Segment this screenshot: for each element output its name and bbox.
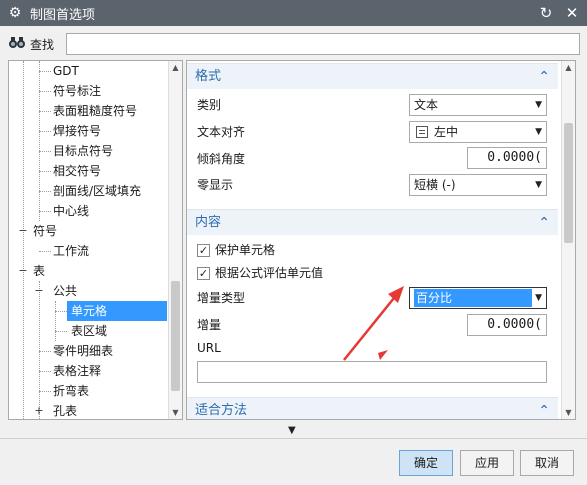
footer-separator <box>0 438 587 439</box>
properties-panel: 格式 ⌃ 类别 文本 ▼ 文本对齐 左中 ▼ 倾斜角度 0.0000( 零显示 … <box>186 60 576 420</box>
reset-icon[interactable]: ↻ <box>537 4 555 22</box>
category-dropdown[interactable]: 文本 ▼ <box>409 94 547 116</box>
collapse-caret-icon[interactable]: ⌃ <box>538 210 550 236</box>
evaluate-formula-checkbox[interactable]: ✓ <box>197 266 210 280</box>
window-title: 制图首选项 <box>30 7 96 23</box>
collapse-caret-icon[interactable]: ⌃ <box>538 64 550 90</box>
slant-angle-label: 倾斜角度 <box>197 152 246 166</box>
content-section-header[interactable]: 内容 ⌃ <box>187 209 558 235</box>
tree-item-table-note[interactable]: 表格注释 <box>53 361 101 381</box>
tree-item-intersection-symbol[interactable]: 相交符号 <box>53 161 101 181</box>
increment-type-dropdown[interactable]: 百分比 ▼ <box>409 287 547 309</box>
cancel-button[interactable]: 取消 <box>520 450 574 476</box>
expand-more-icon[interactable]: ▼ <box>288 425 296 436</box>
search-row: 查找 <box>8 32 580 56</box>
category-label: 类别 <box>197 98 222 112</box>
chevron-down-icon: ▼ <box>535 180 542 190</box>
scroll-up-icon[interactable]: ▲ <box>169 63 182 72</box>
fit-method-section-header[interactable]: 适合方法 ⌃ <box>187 397 558 419</box>
binoculars-icon <box>8 35 30 53</box>
category-value: 文本 <box>414 98 439 112</box>
tree-item-common[interactable]: 公共 <box>53 281 77 301</box>
protect-cell-checkbox-row[interactable]: ✓ 保护单元格 <box>197 240 275 260</box>
title-bar: ⚙ 制图首选项 ↻ ✕ <box>0 0 587 26</box>
tree-item-cell[interactable]: 单元格 <box>67 301 167 321</box>
apply-button[interactable]: 应用 <box>460 450 514 476</box>
find-label: 查找 <box>30 37 55 52</box>
tree-item-bend-table[interactable]: 折弯表 <box>53 381 89 401</box>
tree-item-table[interactable]: 表 <box>33 261 45 281</box>
tree-item-hatch-fill[interactable]: 剖面线/区域填充 <box>53 181 141 201</box>
text-align-label: 文本对齐 <box>197 125 246 139</box>
increment-field[interactable]: 0.0000( <box>467 314 547 336</box>
text-align-dropdown[interactable]: 左中 ▼ <box>409 121 547 143</box>
zero-display-label: 零显示 <box>197 178 234 192</box>
tree-item-surface-roughness[interactable]: 表面粗糙度符号 <box>53 101 137 121</box>
close-icon[interactable]: ✕ <box>563 4 581 22</box>
tree-item-symbol-annotation[interactable]: 符号标注 <box>53 81 101 101</box>
increment-label: 增量 <box>197 318 222 332</box>
gear-icon: ⚙ <box>8 5 22 21</box>
zero-display-value: 短横 (-) <box>414 178 456 192</box>
scrollbar-thumb[interactable] <box>564 123 573 243</box>
chevron-down-icon: ▼ <box>535 127 542 137</box>
increment-type-label: 增量类型 <box>197 291 246 305</box>
fit-method-header-label: 适合方法 <box>195 403 248 418</box>
title-bar-buttons: ↻ ✕ <box>537 4 581 22</box>
scroll-down-icon[interactable]: ▼ <box>562 408 575 417</box>
tree-item-target-point[interactable]: 目标点符号 <box>53 141 113 161</box>
tree-item-weld-symbol[interactable]: 焊接符号 <box>53 121 101 141</box>
tree-guide-line <box>39 61 40 221</box>
tree-item-symbol[interactable]: 符号 <box>33 221 57 241</box>
scroll-up-icon[interactable]: ▲ <box>562 63 575 72</box>
collapse-icon[interactable]: − <box>18 261 28 281</box>
scrollbar-thumb[interactable] <box>171 281 180 391</box>
protect-cell-label: 保护单元格 <box>215 243 276 257</box>
category-tree: GDT 符号标注 表面粗糙度符号 焊接符号 目标点符号 相交符号 剖面线/区域填… <box>8 60 183 420</box>
tree-item-table-region[interactable]: 表区域 <box>71 321 107 341</box>
text-align-value: 左中 <box>434 125 459 139</box>
collapse-icon[interactable]: − <box>34 281 44 301</box>
url-label: URL <box>197 341 221 355</box>
format-header-label: 格式 <box>195 69 222 84</box>
zero-display-dropdown[interactable]: 短横 (-) ▼ <box>409 174 547 196</box>
align-left-middle-icon <box>416 126 428 138</box>
expand-icon[interactable]: + <box>34 401 44 419</box>
collapse-caret-icon[interactable]: ⌃ <box>538 398 550 419</box>
protect-cell-checkbox[interactable]: ✓ <box>197 243 210 257</box>
format-section-header[interactable]: 格式 ⌃ <box>187 63 558 89</box>
chevron-down-icon: ▼ <box>535 100 542 110</box>
url-field[interactable] <box>197 361 547 383</box>
slant-angle-field[interactable]: 0.0000( <box>467 147 547 169</box>
content-header-label: 内容 <box>195 215 222 230</box>
increment-type-value: 百分比 <box>414 289 532 307</box>
ok-button[interactable]: 确定 <box>399 450 453 476</box>
evaluate-formula-checkbox-row[interactable]: ✓ 根据公式评估单元值 <box>197 263 323 283</box>
tree-item-centerline[interactable]: 中心线 <box>53 201 89 221</box>
tree-item-parts-list[interactable]: 零件明细表 <box>53 341 113 361</box>
collapse-icon[interactable]: − <box>18 221 28 241</box>
tree-guide-line <box>55 301 56 341</box>
tree-scrollbar[interactable]: ▲ ▼ <box>168 61 182 419</box>
tree-item-workflow[interactable]: 工作流 <box>53 241 89 261</box>
chevron-down-icon: ▼ <box>535 293 542 303</box>
evaluate-formula-label: 根据公式评估单元值 <box>215 266 324 280</box>
tree-item-gdt[interactable]: GDT <box>53 61 79 81</box>
scroll-down-icon[interactable]: ▼ <box>169 408 182 417</box>
search-input[interactable] <box>66 33 580 55</box>
properties-scrollbar[interactable]: ▲ ▼ <box>561 61 575 419</box>
tree-item-hole-table[interactable]: 孔表 <box>53 401 77 419</box>
